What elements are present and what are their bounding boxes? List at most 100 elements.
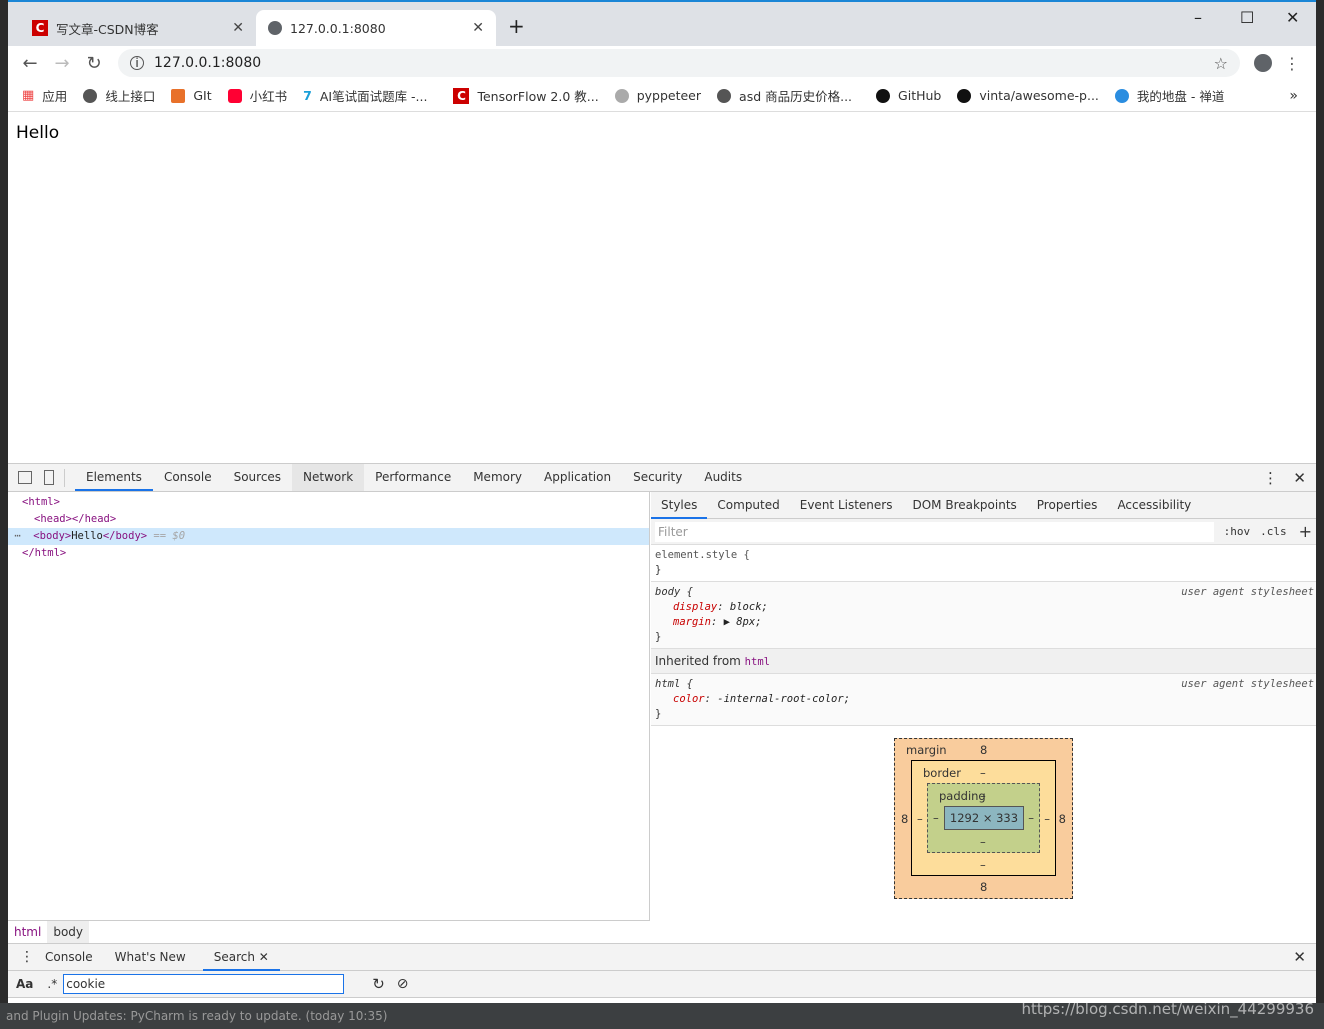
css-property[interactable]: margin: ▶ 8px; [655, 615, 1312, 630]
refresh-icon[interactable]: ↻ [372, 975, 385, 993]
tab-console[interactable]: Console [153, 464, 223, 491]
tab-accessibility[interactable]: Accessibility [1107, 492, 1201, 519]
css-property[interactable]: display: block; [655, 600, 1312, 615]
margin-right[interactable]: 8 [1059, 812, 1066, 826]
bookmark[interactable]: GitHub [876, 88, 941, 103]
dom-node-head[interactable]: <head></head> [8, 511, 649, 528]
close-drawer-icon[interactable]: ✕ [1293, 948, 1306, 966]
padding-right[interactable]: – [1028, 811, 1034, 825]
forward-button[interactable]: → [46, 53, 78, 74]
bookmark[interactable]: 我的地盘 - 禅道 [1114, 86, 1224, 105]
tab-audits[interactable]: Audits [693, 464, 753, 491]
bookmark[interactable]: GIt [171, 88, 212, 103]
tab-sources[interactable]: Sources [223, 464, 292, 491]
bookmark[interactable]: 小红书 [227, 86, 288, 105]
margin-top[interactable]: 8 [980, 743, 987, 757]
back-button[interactable]: ← [14, 53, 46, 74]
drawer-tab-console[interactable]: Console [34, 944, 104, 971]
brace: } [655, 631, 662, 643]
search-input[interactable]: cookie [63, 974, 345, 994]
tab-styles[interactable]: Styles [651, 492, 708, 519]
new-tab-button[interactable]: + [508, 14, 525, 38]
maximize-button[interactable]: ☐ [1240, 8, 1254, 27]
node-ref: == $0 [147, 530, 186, 542]
tab-elements[interactable]: Elements [75, 464, 153, 491]
property-name: margin [673, 616, 711, 628]
tab-network[interactable]: Network [292, 464, 365, 491]
padding-top[interactable]: – [980, 789, 986, 803]
border-bottom[interactable]: – [980, 858, 986, 872]
padding-bottom[interactable]: – [980, 835, 986, 849]
margin-bottom[interactable]: 8 [980, 880, 987, 894]
bookmark[interactable]: pyppeteer [614, 88, 701, 103]
bookmark[interactable]: 7 AI笔试面试题库 -... [303, 86, 427, 105]
close-window-button[interactable]: ✕ [1286, 8, 1299, 27]
breadcrumb-body[interactable]: body [47, 921, 90, 943]
bookmark[interactable]: 线上接口 [83, 86, 155, 105]
bookmark[interactable]: vinta/awesome-p... [957, 88, 1099, 103]
breadcrumb-html[interactable]: html [8, 925, 47, 939]
clear-icon[interactable]: ⊘ [397, 976, 409, 992]
address-bar[interactable]: i 127.0.0.1:8080 ☆ [118, 49, 1240, 77]
bookmark[interactable]: C TensorFlow 2.0 教... [453, 86, 599, 105]
tab-properties[interactable]: Properties [1027, 492, 1108, 519]
more-bookmarks-icon[interactable]: » [1289, 88, 1298, 104]
dom-node-body[interactable]: ⋯ <body>Hello</body> == $0 [8, 528, 649, 545]
inherited-label: Inherited from [655, 654, 745, 668]
close-tab-icon[interactable]: ✕ [259, 950, 269, 964]
tab-csdn[interactable]: C 写文章-CSDN博客 ✕ [20, 10, 256, 46]
tab-label: Search [213, 949, 255, 964]
tag-close: </body> [102, 530, 148, 542]
hov-button[interactable]: :hov [1224, 525, 1251, 538]
bookmark-apps[interactable]: ▦ 应用 [22, 86, 67, 105]
tab-localhost[interactable]: 127.0.0.1:8080 ✕ [256, 10, 496, 46]
padding-left[interactable]: – [933, 811, 939, 825]
tab-application[interactable]: Application [533, 464, 622, 491]
css-property[interactable]: color: -internal-root-color; [655, 692, 1312, 707]
border-top[interactable]: – [980, 766, 986, 780]
bookmark-label: AI笔试面试题库 -... [319, 89, 428, 104]
drawer-tab-whats-new[interactable]: What's New [104, 944, 197, 971]
close-devtools-icon[interactable]: ✕ [1293, 469, 1306, 487]
tab-security[interactable]: Security [622, 464, 693, 491]
margin-left[interactable]: 8 [901, 812, 908, 826]
tab-dom-breakpoints[interactable]: DOM Breakpoints [902, 492, 1026, 519]
menu-icon[interactable]: ⋮ [1284, 54, 1300, 73]
rule-source: user agent stylesheet [1181, 586, 1314, 598]
body-rule[interactable]: body { user agent stylesheet display: bl… [651, 582, 1316, 649]
profile-icon[interactable] [1254, 54, 1272, 72]
bookmark[interactable]: asd 商品历史价格... [717, 86, 852, 105]
filter-input[interactable]: Filter [655, 521, 1214, 542]
inherited-tag[interactable]: html [745, 656, 770, 668]
cls-button[interactable]: .cls [1260, 525, 1287, 538]
drawer-menu-icon[interactable]: ⋮ [20, 949, 34, 965]
minimize-button[interactable]: – [1194, 8, 1202, 27]
tab-title: 127.0.0.1:8080 [290, 20, 386, 36]
reload-button[interactable]: ↻ [78, 53, 110, 74]
bookmark-label: 小红书 [249, 89, 288, 104]
border-left[interactable]: – [917, 812, 923, 826]
element-style-rule[interactable]: element.style {} [651, 545, 1316, 582]
tab-memory[interactable]: Memory [462, 464, 533, 491]
tab-computed[interactable]: Computed [707, 492, 789, 519]
dom-node-html[interactable]: <html> [8, 494, 649, 511]
drawer-tab-search[interactable]: Search ✕ [202, 944, 280, 971]
content-box[interactable]: 1292 × 333 [944, 806, 1024, 830]
new-rule-icon[interactable]: + [1299, 522, 1312, 541]
star-icon[interactable]: ☆ [1214, 54, 1228, 73]
tab-title: 写文章-CSDN博客 [56, 21, 159, 37]
regex-button[interactable]: .* [47, 977, 57, 991]
tab-event-listeners[interactable]: Event Listeners [790, 492, 903, 519]
tab-performance[interactable]: Performance [364, 464, 462, 491]
close-tab-icon[interactable]: ✕ [472, 20, 484, 36]
globe-icon [717, 88, 732, 103]
divider [64, 468, 65, 487]
devtools-menu-icon[interactable]: ⋮ [1263, 469, 1278, 487]
info-icon[interactable]: i [130, 56, 144, 70]
border-right[interactable]: – [1044, 812, 1050, 826]
device-toolbar-icon[interactable] [44, 470, 54, 485]
html-rule[interactable]: html { user agent stylesheet color: -int… [651, 674, 1316, 726]
close-tab-icon[interactable]: ✕ [232, 20, 244, 36]
inspect-element-icon[interactable] [18, 471, 32, 484]
match-case-button[interactable]: Aa [16, 977, 33, 991]
